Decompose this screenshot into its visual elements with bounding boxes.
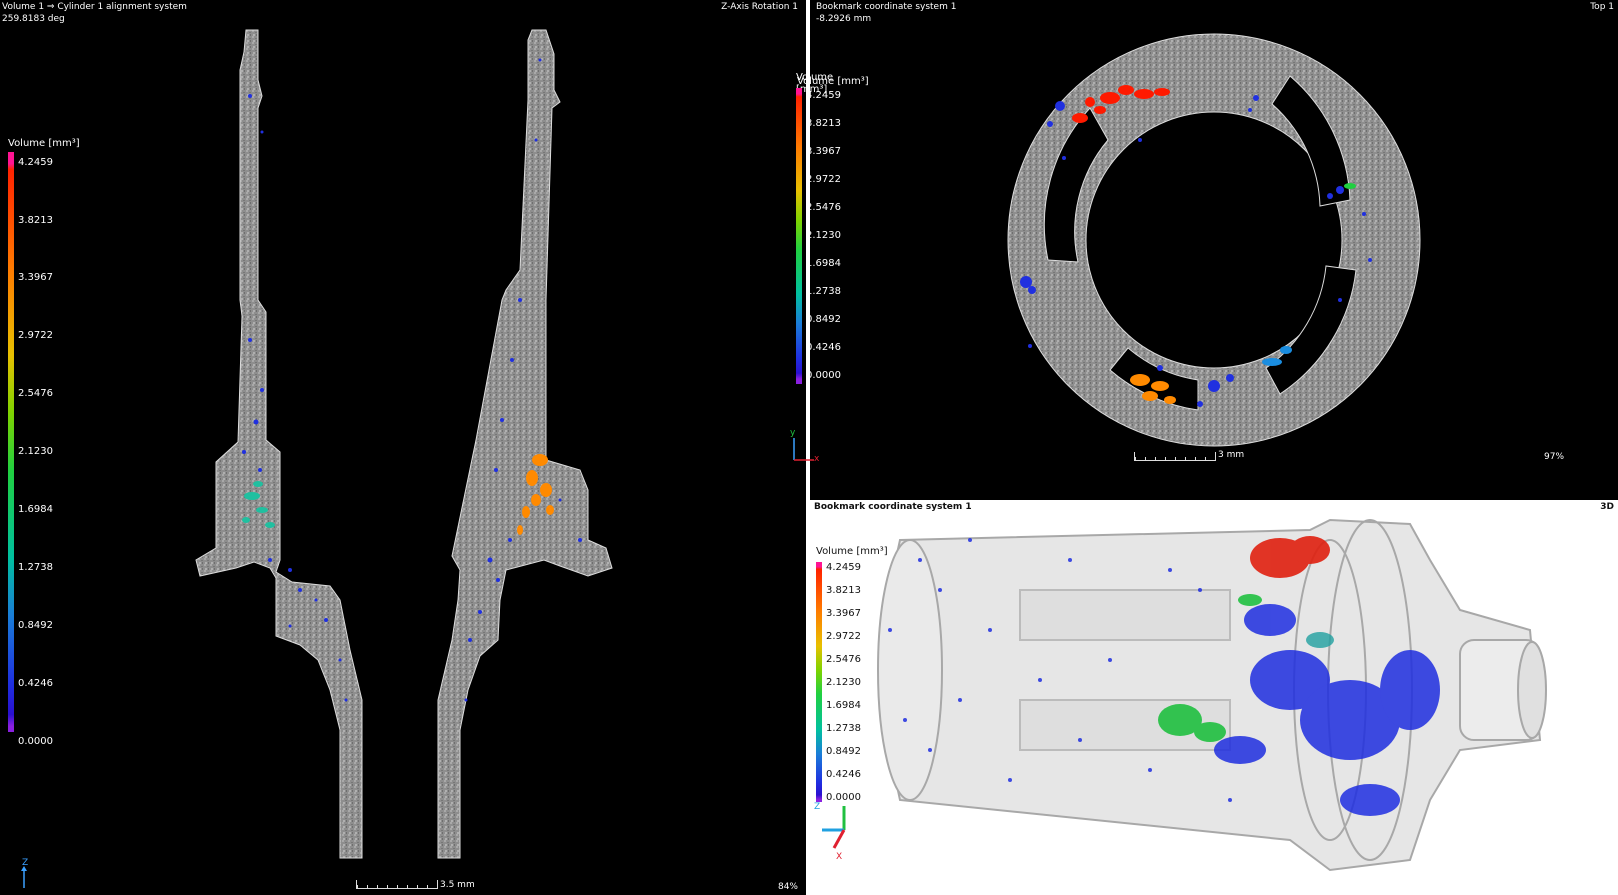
3d-pores-teal bbox=[1306, 632, 1334, 648]
colorbar-tick: 1.6984 bbox=[826, 700, 861, 711]
colorbar-tick: 2.1230 bbox=[806, 230, 841, 241]
cross-section-image bbox=[195, 29, 613, 859]
colorbar-tick: 3.8213 bbox=[826, 585, 861, 596]
colorbar-tick: 1.2738 bbox=[18, 562, 53, 573]
colorbar-tick: 2.9722 bbox=[826, 631, 861, 642]
axis-x-label: X bbox=[836, 852, 843, 862]
colorbar-tick: 3.8213 bbox=[18, 215, 53, 226]
axis-z-label: Z bbox=[22, 858, 29, 868]
colorbar-tick: 0.4246 bbox=[18, 678, 53, 689]
colorbar-tick: 2.9722 bbox=[18, 330, 53, 341]
scale-label: 3.5 mm bbox=[440, 880, 475, 890]
colorbar-tick: 4.2459 bbox=[806, 90, 841, 101]
colorbar-tick: 0.4246 bbox=[826, 769, 861, 780]
colorbar-tick: 0.0000 bbox=[18, 736, 53, 747]
colorbar-tick: 2.1230 bbox=[18, 446, 53, 457]
3d-render bbox=[877, 518, 1547, 872]
3d-axis-triad bbox=[822, 806, 846, 849]
colorbar-tick: 3.3967 bbox=[826, 608, 861, 619]
top-slice-hud-layer bbox=[810, 0, 1618, 484]
right-part-profile bbox=[437, 29, 613, 859]
colorbar-tick: 0.8492 bbox=[806, 314, 841, 325]
colorbar-tick: 2.5476 bbox=[826, 654, 861, 665]
colorbar-tick: 4.2459 bbox=[18, 157, 53, 168]
3d-viewport[interactable]: Bookmark coordinate system 1 3D Volume [… bbox=[810, 500, 1618, 895]
colorbar-title: Volume [mm³] bbox=[8, 138, 80, 149]
cross-section-viewport[interactable]: Volume 1 ⇒ Cylinder 1 alignment system 2… bbox=[0, 0, 806, 895]
top-scale-label: 3 mm bbox=[1218, 450, 1245, 460]
axis-y-label: y bbox=[790, 428, 796, 438]
colorbar-gradient bbox=[8, 152, 14, 732]
colorbar-tick: 2.9722 bbox=[806, 174, 841, 185]
axis-x-label: x bbox=[814, 454, 820, 464]
colorbar-tick: 1.6984 bbox=[806, 258, 841, 269]
colorbar-gradient bbox=[816, 562, 822, 802]
axis-z-label: Z bbox=[814, 802, 821, 812]
viewport-divider-horizontal[interactable] bbox=[810, 484, 1618, 500]
colorbar-tick: 4.2459 bbox=[826, 562, 861, 573]
colorbar-title: Volume [mm³] bbox=[816, 546, 888, 557]
left-part-profile bbox=[195, 29, 363, 859]
colorbar-tick: 0.8492 bbox=[18, 620, 53, 631]
scale-bar bbox=[356, 880, 438, 889]
top-colorbar-panel: Volume [mm³] 4.2459 3.8213 3.3967 2.9722… bbox=[796, 72, 866, 392]
colorbar-tick: 0.4246 bbox=[806, 342, 841, 353]
colorbar-tick: 3.3967 bbox=[806, 146, 841, 157]
3d-part-outline bbox=[877, 518, 1547, 872]
colorbar-tick: 0.8492 bbox=[826, 746, 861, 757]
colorbar-tick: 1.2738 bbox=[806, 286, 841, 297]
colorbar-tick: 3.8213 bbox=[806, 118, 841, 129]
colorbar-tick: 1.6984 bbox=[18, 504, 53, 515]
colorbar-tick: 0.0000 bbox=[806, 370, 841, 381]
top-zoom-level: 97% bbox=[1544, 452, 1565, 462]
colorbar-tick: 2.1230 bbox=[826, 677, 861, 688]
colorbar-tick: 1.2738 bbox=[826, 723, 861, 734]
colorbar-tick: 2.5476 bbox=[806, 202, 841, 213]
colorbar-tick: 2.5476 bbox=[18, 388, 53, 399]
zoom-level: 84% bbox=[777, 882, 798, 892]
top-scale-bar bbox=[1134, 452, 1216, 461]
colorbar-gradient bbox=[796, 88, 802, 382]
colorbar-tick: 3.3967 bbox=[18, 272, 53, 283]
